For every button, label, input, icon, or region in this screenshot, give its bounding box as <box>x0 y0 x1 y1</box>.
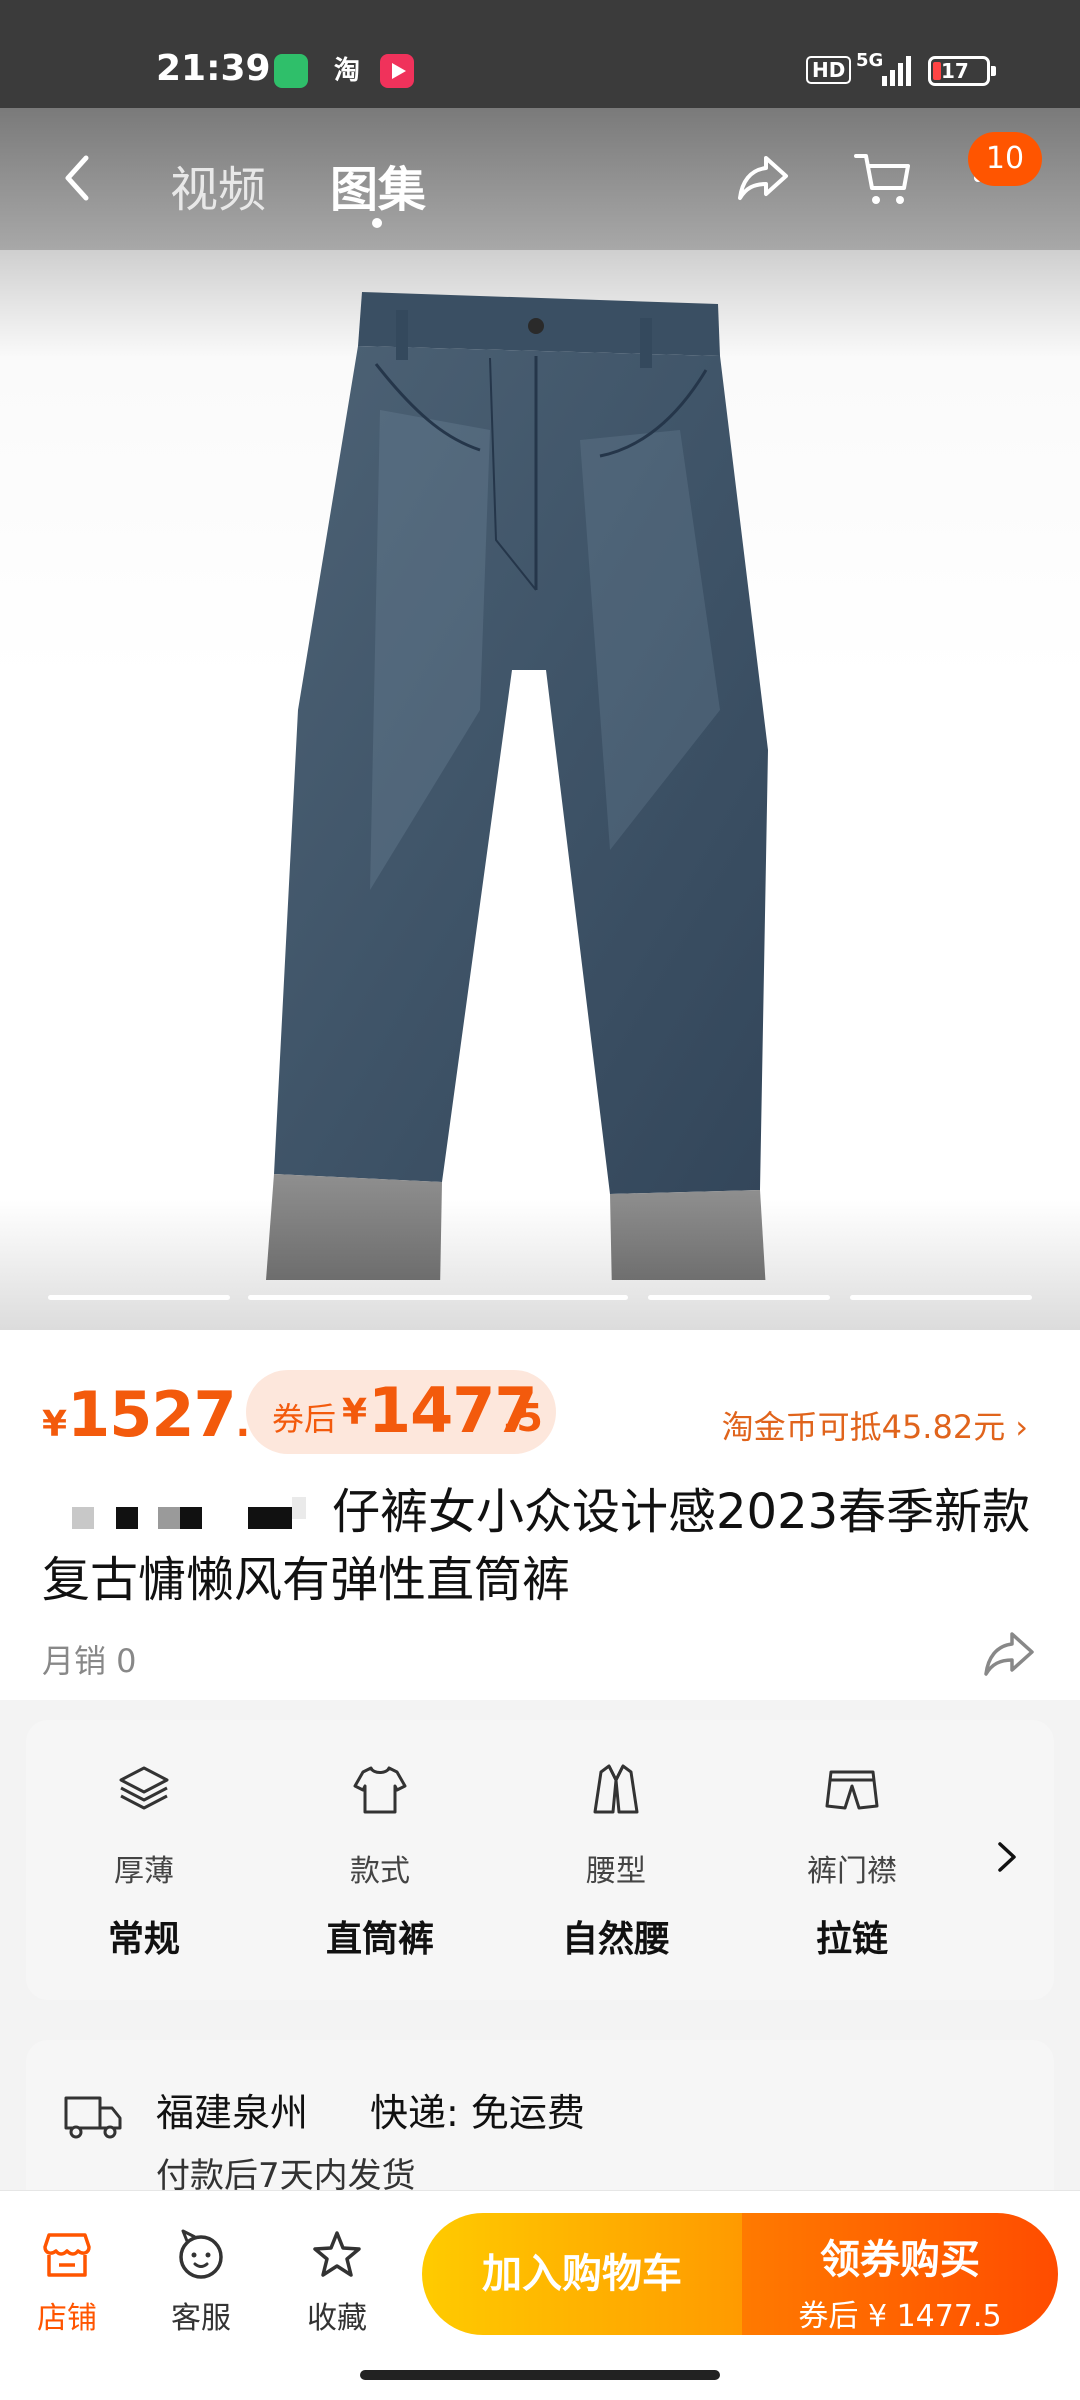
tab-gallery[interactable]: 图集 <box>330 150 426 220</box>
star-icon <box>313 2231 361 2277</box>
image-indicator <box>648 1295 830 1300</box>
signal-icon <box>882 54 912 86</box>
attribute-label: 厚薄 <box>114 1854 174 1889</box>
top-nav: 视频 图集 10 <box>0 108 1080 250</box>
product-page: 21:39 淘 HD 5G 17 视频 图集 10 ¥1527 券后 ¥ 147… <box>0 0 1080 2400</box>
attribute-label: 裤门襟 <box>807 1854 897 1889</box>
attribute-style[interactable]: 款式 直筒裤 <box>290 1760 470 1962</box>
image-indicator <box>48 1295 230 1300</box>
tab-active-indicator <box>372 218 382 228</box>
chevron-right-icon[interactable] <box>996 1840 1018 1874</box>
customer-service-icon <box>179 2229 223 2279</box>
coupon-label: 券后 <box>272 1400 337 1438</box>
price-integer: 1527 <box>67 1378 237 1451</box>
store-button[interactable]: 店铺 <box>12 2227 122 2337</box>
store-label: 店铺 <box>37 2301 97 2336</box>
ship-express: 快递: 免运费 <box>370 2091 585 2135</box>
attribute-value: 直筒裤 <box>325 1919 434 1960</box>
battery-icon: 17 <box>928 56 996 86</box>
buy-with-coupon-label: 领券购买 <box>820 2237 980 2283</box>
home-indicator[interactable] <box>360 2370 720 2380</box>
favorite-button[interactable]: 收藏 <box>282 2227 392 2337</box>
wechat-notification-icon <box>274 54 308 88</box>
ship-origin: 福建泉州 <box>156 2091 309 2135</box>
image-page-indicators <box>48 1295 1032 1301</box>
layers-icon <box>119 1766 169 1810</box>
store-icon <box>43 2233 91 2277</box>
monthly-sales: 月销 0 <box>42 1642 137 1680</box>
coupon-currency: ¥ <box>342 1392 368 1433</box>
shipping-card[interactable]: 福建泉州 快递: 免运费 付款后7天内发货 <box>26 2040 1054 2200</box>
share-icon[interactable] <box>734 148 792 206</box>
censored-brand-mosaic <box>42 1495 332 1535</box>
network-type: 5G <box>856 50 884 71</box>
image-indicator <box>248 1295 628 1300</box>
product-title: 仔裤女小众设计感2023春季新款复古慵懒风有弹性直筒裤 <box>42 1478 1042 1614</box>
product-image-gallery[interactable] <box>0 250 1080 1330</box>
customer-service-button[interactable]: 客服 <box>146 2227 256 2337</box>
price-currency: ¥ <box>42 1404 68 1445</box>
chevron-right-icon: › <box>1015 1408 1028 1446</box>
cart-icon[interactable] <box>852 148 914 210</box>
attribute-value: 自然腰 <box>561 1919 670 1960</box>
customer-service-label: 客服 <box>171 2301 231 2336</box>
taobao-notification-icon: 淘 <box>333 56 360 86</box>
jacket-icon <box>593 1764 639 1814</box>
attribute-value: 常规 <box>107 1919 180 1960</box>
attribute-thickness[interactable]: 厚薄 常规 <box>54 1760 234 1962</box>
product-attributes[interactable]: 厚薄 常规 款式 直筒裤 腰型 自然腰 裤门襟 拉链 <box>26 1720 1054 2000</box>
buy-with-coupon-price: 券后 ¥ 1477.5 <box>798 2299 1002 2334</box>
cart-count-badge: 10 <box>968 132 1042 186</box>
attribute-fly[interactable]: 裤门襟 拉链 <box>762 1760 942 1962</box>
truck-icon <box>64 2096 122 2139</box>
buy-with-coupon-button[interactable]: 领券购买 券后 ¥ 1477.5 <box>742 2213 1058 2335</box>
product-info-card: ¥1527.5 券后 ¥ 1477 .5 淘金币可抵45.82元› 仔裤女小众设… <box>0 1330 1080 1700</box>
purchase-buttons: 加入购物车 领券购买 券后 ¥ 1477.5 <box>422 2213 1058 2335</box>
taojinbi-offset-link[interactable]: 淘金币可抵45.82元 › <box>722 1402 1028 1448</box>
share-icon[interactable] <box>982 1628 1036 1678</box>
video-notification-icon <box>380 54 414 88</box>
coupon-price-pill[interactable]: 券后 ¥ 1477 .5 <box>246 1370 556 1454</box>
status-bar: 21:39 淘 HD 5G 17 <box>0 0 1080 108</box>
pants-icon <box>825 1770 879 1810</box>
coupon-price-decimal: .5 <box>502 1396 543 1440</box>
bottom-action-bar: 店铺 客服 收藏 加入购物车 领券购买 券后 ¥ 1477.5 <box>0 2190 1080 2400</box>
back-icon[interactable] <box>56 148 100 208</box>
attribute-waist[interactable]: 腰型 自然腰 <box>526 1760 706 1962</box>
favorite-label: 收藏 <box>307 2301 367 2336</box>
attribute-label: 款式 <box>350 1854 410 1889</box>
add-to-cart-button[interactable]: 加入购物车 <box>422 2213 742 2335</box>
product-image-jeans <box>266 292 768 1280</box>
attribute-value: 拉链 <box>815 1919 888 1960</box>
price: ¥1527.5 <box>42 1378 277 1451</box>
shirt-icon <box>353 1766 407 1814</box>
hd-indicator: HD <box>806 56 852 84</box>
image-indicator <box>850 1295 1032 1300</box>
status-time: 21:39 <box>156 48 271 89</box>
taojinbi-offset-text: 淘金币可抵45.82元 <box>721 1408 1006 1446</box>
tab-video[interactable]: 视频 <box>170 150 266 220</box>
attribute-label: 腰型 <box>586 1854 646 1889</box>
